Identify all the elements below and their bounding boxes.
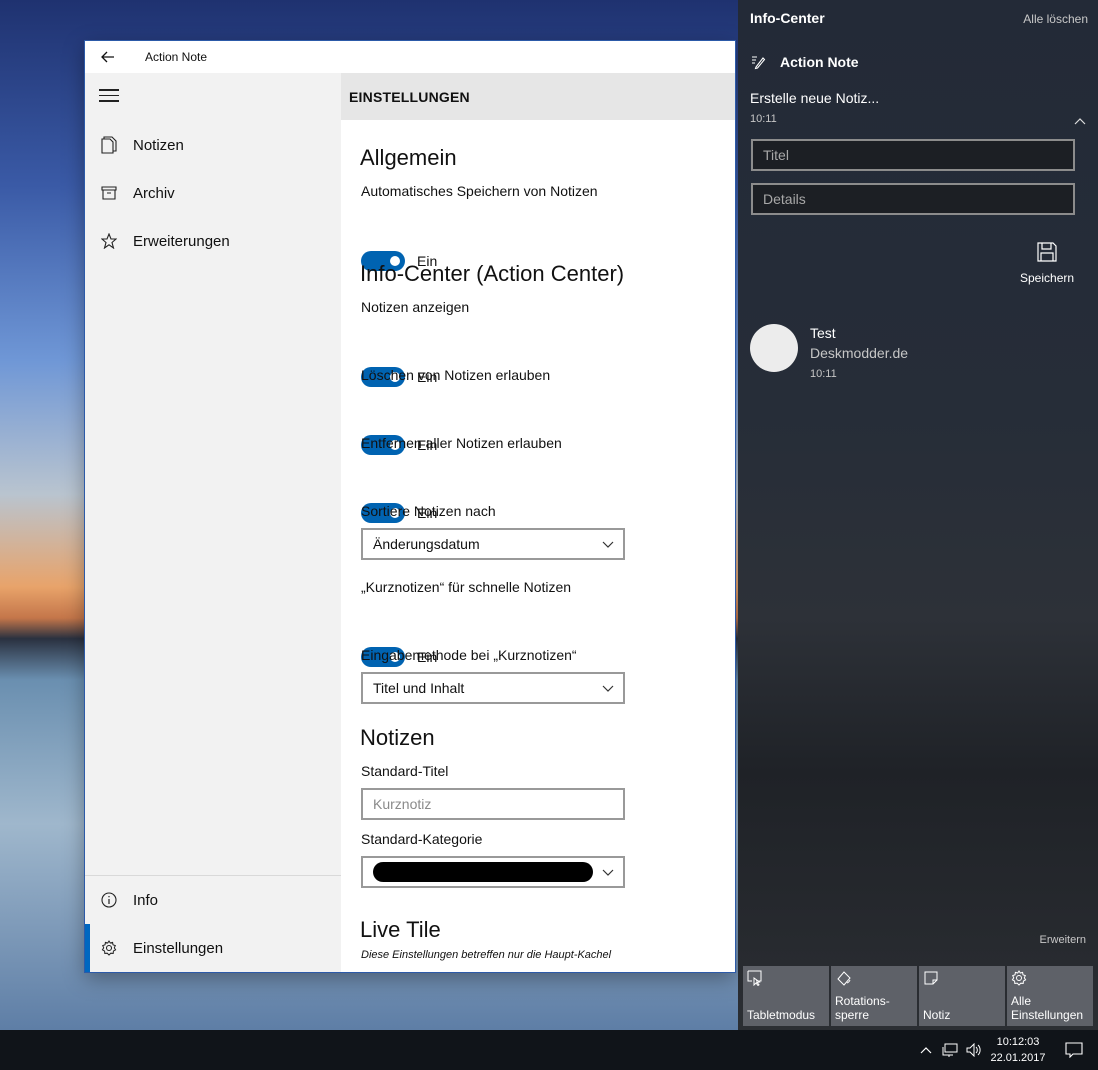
- notification-time: 10:11: [750, 113, 777, 125]
- sidebar-item-label: Erweiterungen: [133, 232, 230, 250]
- tablet-mode-icon: [747, 970, 762, 987]
- notification-icon: [1065, 1042, 1083, 1058]
- notification-title: Erstelle neue Notiz...: [750, 90, 880, 106]
- sidebar-item-label: Notizen: [133, 136, 184, 154]
- sidebar-item-archiv[interactable]: Archiv: [85, 169, 341, 217]
- delete-notes-label: Löschen von Notizen erlauben: [361, 367, 551, 383]
- clear-all-button[interactable]: Alle löschen: [1023, 12, 1088, 26]
- sidebar-item-label: Info: [133, 891, 159, 909]
- save-button[interactable]: Speichern: [1020, 242, 1074, 285]
- livetile-note: Diese Einstellungen betreffen nur die Ha…: [361, 949, 612, 961]
- default-category-label: Standard-Kategorie: [361, 831, 483, 847]
- volume-button[interactable]: [962, 1030, 986, 1070]
- action-center: Info-Center Alle löschen Action Note Ers…: [738, 0, 1098, 1030]
- sidebar-item-info[interactable]: Info: [85, 876, 341, 924]
- input-method-label: Eingabemethode bei „Kurznotizen“: [361, 647, 577, 663]
- redacted-value: [373, 862, 593, 882]
- volume-icon: [966, 1043, 981, 1057]
- section-title-livetile: Live Tile: [360, 917, 441, 942]
- app-window: Action Note Notizen Archiv Erweiterungen…: [85, 41, 735, 972]
- notes-icon: [101, 136, 117, 154]
- sort-select[interactable]: Änderungsdatum: [361, 528, 625, 560]
- taskbar: 10:12:03 22.01.2017: [0, 1030, 1098, 1070]
- pen-note-icon: [752, 56, 766, 70]
- quick-action-tabletmodus[interactable]: Tabletmodus: [743, 966, 829, 1026]
- gear-icon: [101, 940, 117, 956]
- collapse-button[interactable]: [1074, 112, 1086, 130]
- section-title-notes: Notizen: [360, 725, 435, 750]
- action-center-button[interactable]: [1050, 1030, 1098, 1070]
- note-details-input[interactable]: Details: [751, 183, 1075, 215]
- default-title-input[interactable]: Kurznotiz: [361, 788, 625, 820]
- network-icon: [942, 1043, 958, 1057]
- clock-date: 22.01.2017: [990, 1052, 1046, 1064]
- section-title-infocenter: Info-Center (Action Center): [360, 261, 625, 286]
- sidebar: Notizen Archiv Erweiterungen Info Einste…: [85, 73, 341, 972]
- avatar: [750, 324, 798, 372]
- input-method-select[interactable]: Titel und Inhalt: [361, 672, 625, 704]
- sidebar-item-notizen[interactable]: Notizen: [85, 121, 341, 169]
- back-arrow-icon: [101, 51, 114, 63]
- default-category-select[interactable]: [361, 856, 625, 888]
- gear-icon: [1011, 970, 1027, 986]
- settings-content: EINSTELLUNGEN Allgemein Automatisches Sp…: [341, 73, 735, 972]
- content-header: EINSTELLUNGEN: [341, 73, 735, 120]
- sidebar-item-erweiterungen[interactable]: Erweiterungen: [85, 217, 341, 265]
- card-title: Test: [810, 325, 836, 341]
- notification-app-header: Action Note: [750, 54, 859, 70]
- network-button[interactable]: [938, 1030, 962, 1070]
- show-hidden-icons-button[interactable]: [914, 1030, 938, 1070]
- section-title-general: Allgemein: [360, 145, 457, 170]
- window-title: Action Note: [145, 50, 208, 64]
- notification-app-name: Action Note: [780, 54, 859, 70]
- quicknotes-label: „Kurznotizen“ für schnelle Notizen: [361, 579, 572, 595]
- clock-time: 10:12:03: [996, 1036, 1040, 1048]
- input-method-value: Titel und Inhalt: [373, 680, 465, 696]
- quick-action-label: Notiz: [923, 1008, 951, 1022]
- system-tray: 10:12:03 22.01.2017: [914, 1030, 1098, 1070]
- sort-label: Sortiere Notizen nach: [361, 503, 496, 519]
- chevron-down-icon: [602, 869, 614, 876]
- title-bar: Action Note: [85, 41, 735, 73]
- action-center-title: Info-Center: [750, 10, 825, 26]
- sidebar-item-label: Archiv: [133, 184, 175, 202]
- show-notes-label: Notizen anzeigen: [361, 299, 470, 315]
- save-label: Speichern: [1020, 271, 1075, 285]
- notification-card[interactable]: Test Deskmodder.de 10:11: [750, 324, 908, 384]
- quick-action-all-settings[interactable]: Alle Einstellungen: [1007, 966, 1093, 1026]
- default-title-label: Standard-Titel: [361, 763, 449, 779]
- save-icon: [1037, 242, 1057, 262]
- taskbar-clock[interactable]: 10:12:03 22.01.2017: [986, 1034, 1050, 1066]
- chevron-down-icon: [602, 541, 614, 548]
- page-title: EINSTELLUNGEN: [349, 88, 470, 105]
- quick-action-label: Tabletmodus: [747, 1008, 816, 1022]
- star-icon: [101, 233, 117, 249]
- quick-action-label: Alle Einstellungen: [1011, 994, 1084, 1022]
- quick-action-rotation-lock[interactable]: Rotations- sperre: [831, 966, 917, 1026]
- quick-action-label: Rotations- sperre: [835, 994, 890, 1022]
- sort-value: Änderungsdatum: [373, 536, 480, 552]
- info-icon: [101, 892, 117, 908]
- sidebar-item-label: Einstellungen: [133, 939, 224, 957]
- autosave-label: Automatisches Speichern von Notizen: [361, 183, 598, 199]
- chevron-up-icon: [920, 1046, 932, 1053]
- rotation-lock-icon: [837, 971, 851, 986]
- archive-icon: [101, 186, 117, 200]
- chevron-up-icon: [1074, 118, 1086, 125]
- card-subtitle: Deskmodder.de: [810, 345, 909, 361]
- note-title-input[interactable]: Titel: [751, 139, 1075, 171]
- card-time: 10:11: [810, 368, 837, 380]
- quick-action-notiz[interactable]: Notiz: [919, 966, 1005, 1026]
- expand-button[interactable]: Erweitern: [1040, 934, 1086, 946]
- remove-all-label: Entfernen aller Notizen erlauben: [361, 435, 562, 451]
- hamburger-menu-button[interactable]: [99, 89, 119, 105]
- sidebar-item-einstellungen[interactable]: Einstellungen: [85, 924, 341, 972]
- chevron-down-icon: [602, 685, 614, 692]
- note-icon: [924, 971, 938, 985]
- back-button[interactable]: [85, 41, 131, 73]
